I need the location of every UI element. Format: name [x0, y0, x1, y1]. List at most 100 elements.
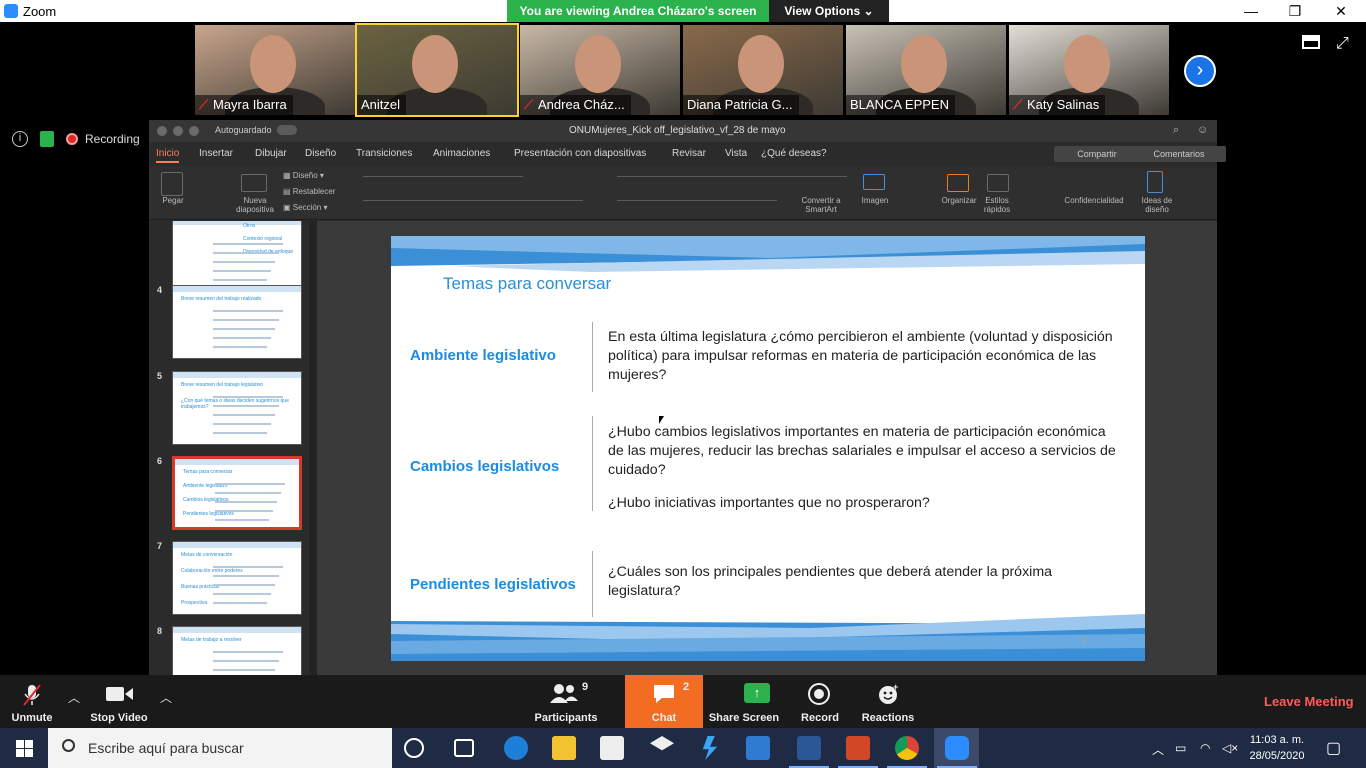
mail-icon[interactable]: [746, 736, 770, 760]
powerpoint-icon[interactable]: [838, 736, 878, 768]
chat-label: Chat: [651, 712, 677, 724]
close-button[interactable]: ✕: [1318, 0, 1364, 22]
battery-icon[interactable]: ▭: [1175, 741, 1186, 755]
store-icon[interactable]: [600, 736, 624, 760]
mac-zoom-icon: [189, 126, 199, 136]
word-icon[interactable]: [789, 736, 829, 768]
participant-name: Andrea Cház...: [538, 97, 625, 112]
azure-icon[interactable]: [702, 736, 718, 760]
participant-tile[interactable]: Anitzel: [355, 23, 519, 117]
thumbnail-text-line: [213, 396, 283, 398]
dropbox-icon[interactable]: [650, 736, 674, 751]
new-slide-icon: [241, 174, 267, 192]
lock-icon[interactable]: [40, 131, 54, 147]
slide-question-text: ¿Cuáles son los principales pendientes q…: [608, 564, 1053, 599]
mac-close-icon: [157, 126, 167, 136]
thumbnail-text-line: [213, 584, 275, 586]
stop-video-button[interactable]: Stop Video: [86, 675, 152, 728]
record-label: Record: [801, 712, 839, 724]
wifi-icon[interactable]: ◠: [1200, 741, 1210, 755]
participant-tile[interactable]: ⟋ Andrea Cház...: [520, 25, 680, 115]
layout-icon[interactable]: [1302, 35, 1320, 49]
thumbnail-text: Otros: [243, 223, 256, 229]
task-view-icon[interactable]: [454, 739, 474, 757]
participants-count: 9: [582, 681, 589, 693]
slide-category-label: Cambios legislativos: [410, 458, 560, 475]
next-page-button[interactable]: ›: [1184, 55, 1216, 87]
clock-time: 11:03 a. m.: [1249, 734, 1305, 746]
autosave-toggle: [277, 125, 297, 135]
thumbnail-text-line: [215, 492, 281, 494]
edge-icon[interactable]: [504, 736, 528, 760]
share-screen-button[interactable]: ↑ Share Screen: [708, 675, 780, 728]
slide-thumbnail: Temas para conversar Ambiente legislativo…: [172, 456, 302, 530]
recording-label: Recording: [85, 132, 140, 146]
slide-title: Temas para conversar: [443, 274, 612, 293]
slide-divider: [592, 551, 593, 617]
slide-divider: [592, 416, 593, 511]
feedback-icon: ☺: [1197, 124, 1209, 136]
zoom-taskbar-icon[interactable]: [937, 736, 977, 768]
chrome-icon[interactable]: [887, 736, 927, 768]
ribbon-tab: Revisar: [672, 148, 706, 159]
clock[interactable]: 11:03 a. m. 28/05/2020: [1246, 732, 1308, 764]
notifications-icon[interactable]: ▢: [1326, 738, 1341, 758]
thumbnail-banner: [175, 459, 299, 465]
mic-muted-icon: ⟋: [199, 97, 209, 112]
ppt-comments-button: Comentarios: [1132, 146, 1226, 162]
audio-options-caret-icon[interactable]: ︿: [68, 689, 80, 706]
reactions-icon: +: [879, 683, 898, 704]
file-explorer-icon[interactable]: [552, 736, 576, 760]
zoom-window: Zoom You are viewing Andrea Cházaro's sc…: [0, 0, 1366, 768]
title-bar: Zoom You are viewing Andrea Cházaro's sc…: [0, 0, 1366, 22]
minimize-button[interactable]: —: [1228, 0, 1274, 22]
fullscreen-icon[interactable]: ⤢: [1336, 36, 1352, 52]
thumbnail-text-line: [213, 310, 283, 312]
video-options-caret-icon[interactable]: ︿: [160, 689, 172, 706]
thumbnail-text-line: [213, 252, 279, 254]
font-family-box: [363, 176, 523, 177]
thumbnail-text-line: [213, 337, 271, 339]
view-options-button[interactable]: View Options ⌄: [769, 0, 889, 22]
participant-head: [901, 35, 947, 93]
taskbar-search[interactable]: Escribe aquí para buscar: [48, 728, 392, 768]
taskbar-search-placeholder: Escribe aquí para buscar: [88, 740, 244, 756]
section-label: ▣ Sección ▾: [283, 203, 328, 212]
thumbnail-text-line: [213, 575, 279, 577]
windows-start-button[interactable]: [0, 728, 48, 768]
image-label: Imagen: [861, 196, 889, 205]
recording-icon: [66, 133, 78, 145]
restore-button[interactable]: ❐: [1272, 0, 1318, 22]
thumbnail-text-line: [215, 483, 285, 485]
participant-name: Anitzel: [361, 97, 401, 112]
thumbnail-text-line: [213, 279, 267, 281]
info-icon[interactable]: i: [12, 131, 28, 147]
view-options-label: View Options: [784, 4, 861, 18]
participant-tile[interactable]: ⟋ Katy Salinas: [1009, 25, 1169, 115]
mic-off-icon: [23, 684, 41, 706]
thumbnail-text-line: [213, 243, 283, 245]
quick-styles-icon: [987, 174, 1009, 192]
participant-name-tag: Diana Patricia G...: [683, 95, 799, 115]
search-icon: [62, 739, 75, 752]
slide: Temas para conversar Ambiente legislativ…: [391, 236, 1145, 661]
reactions-button[interactable]: + Reactions: [858, 675, 918, 728]
cortana-icon[interactable]: [404, 738, 424, 758]
mic-muted-icon: ⟋: [524, 97, 534, 112]
windows-logo-icon: [16, 740, 24, 748]
slide-page-number: 6: [1081, 636, 1086, 645]
volume-icon[interactable]: ◁×: [1222, 741, 1238, 755]
thumbnail-text-line: [213, 602, 267, 604]
leave-meeting-button[interactable]: Leave Meeting: [1264, 694, 1354, 709]
paragraph-row-2: [617, 200, 777, 201]
unmute-button[interactable]: Unmute: [0, 675, 64, 728]
participant-head: [412, 35, 458, 93]
slide-question-text: ¿Hubo iniciativas importantes que no pro…: [608, 495, 930, 511]
record-button[interactable]: Record: [798, 675, 842, 728]
participant-tile[interactable]: Diana Patricia G...: [683, 25, 843, 115]
chat-button[interactable]: 2 Chat: [625, 675, 703, 728]
participant-tile[interactable]: ⟋ Mayra Ibarra: [195, 25, 355, 115]
participant-tile[interactable]: BLANCA EPPEN: [846, 25, 1006, 115]
participants-button[interactable]: 9 Participants: [530, 675, 602, 728]
tray-chevron-up-icon[interactable]: ︿: [1152, 741, 1164, 758]
